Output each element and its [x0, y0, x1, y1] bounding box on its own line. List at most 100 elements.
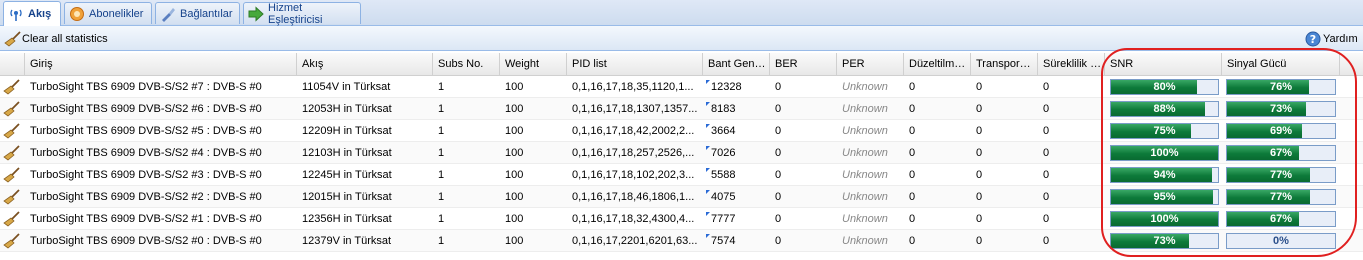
- tab-label: Akış: [28, 8, 52, 20]
- continuity-cell: 0: [1043, 213, 1050, 225]
- subs-cell: 1: [438, 235, 445, 247]
- clear-row-statistics-broom-icon[interactable]: [3, 233, 21, 249]
- continuity-cell: 0: [1043, 191, 1050, 203]
- table-row[interactable]: TurboSight TBS 6909 DVB-S/S2 #3 : DVB-S …: [0, 164, 1363, 186]
- clear-row-statistics-broom-icon[interactable]: [3, 189, 21, 205]
- signal-strength-progress-bar: 0%: [1226, 233, 1336, 249]
- tab-bar: Akış Abonelikler Bağlantılar Hizmet Eşle…: [0, 0, 1363, 26]
- bandwidth-cell: 7574: [703, 230, 770, 252]
- column-header-per[interactable]: PER: [837, 53, 904, 75]
- input-cell: TurboSight TBS 6909 DVB-S/S2 #3 : DVB-S …: [30, 169, 262, 181]
- continuity-cell: 0: [1043, 147, 1050, 159]
- per-cell: Unknown: [842, 169, 888, 181]
- transport-cell: 0: [976, 191, 983, 203]
- tab-connections[interactable]: Bağlantılar: [155, 2, 240, 24]
- tab-label: Hizmet Eşleştiricisi: [268, 1, 323, 26]
- help-button[interactable]: ? Yardım: [1305, 30, 1358, 47]
- ber-cell: 0: [775, 191, 782, 203]
- weight-cell: 100: [505, 103, 524, 115]
- pid-list-cell: 0,1,16,17,18,102,202,3...: [572, 169, 695, 181]
- clear-statistics-button[interactable]: Clear all statistics: [4, 30, 108, 47]
- bandwidth-cell: 12328: [703, 76, 770, 98]
- per-cell: Unknown: [842, 103, 888, 115]
- corrected-cell: 0: [909, 81, 916, 93]
- snr-progress-bar-label: 73%: [1153, 235, 1176, 247]
- bandwidth-cell: 7026: [703, 142, 770, 164]
- table-row[interactable]: TurboSight TBS 6909 DVB-S/S2 #4 : DVB-S …: [0, 142, 1363, 164]
- transport-cell: 0: [976, 169, 983, 181]
- bandwidth-cell: 3664: [703, 120, 770, 142]
- table-row[interactable]: TurboSight TBS 6909 DVB-S/S2 #7 : DVB-S …: [0, 76, 1363, 98]
- per-cell: Unknown: [842, 235, 888, 247]
- clear-row-statistics-broom-icon[interactable]: [3, 211, 21, 227]
- ber-cell: 0: [775, 103, 782, 115]
- signal-strength-progress-bar: 67%: [1226, 145, 1336, 161]
- corrected-cell: 0: [909, 235, 916, 247]
- transport-cell: 0: [976, 213, 983, 225]
- tab-label: Abonelikler: [89, 7, 144, 20]
- clear-row-statistics-broom-icon[interactable]: [3, 123, 21, 139]
- signal-strength-progress-bar: 69%: [1226, 123, 1336, 139]
- per-cell: Unknown: [842, 191, 888, 203]
- stream-cell: 12356H in Türksat: [302, 213, 392, 225]
- column-header-continuity[interactable]: Süreklilik …: [1038, 53, 1105, 75]
- toolbar: Clear all statistics ? Yardım: [0, 26, 1363, 51]
- clear-row-statistics-broom-icon[interactable]: [3, 145, 21, 161]
- corrected-cell: 0: [909, 169, 916, 181]
- snr-progress-bar: 80%: [1110, 79, 1219, 95]
- clear-row-statistics-broom-icon[interactable]: [3, 79, 21, 95]
- column-header-corrected[interactable]: Düzeltilm…: [904, 53, 971, 75]
- connections-icon: [160, 6, 176, 22]
- grid-header: Giriş Akış Subs No. Weight PID list Bant…: [0, 53, 1363, 76]
- signal-strength-progress-bar-label: 67%: [1269, 147, 1293, 159]
- continuity-cell: 0: [1043, 235, 1050, 247]
- per-cell: Unknown: [842, 213, 888, 225]
- tab-subscriptions[interactable]: Abonelikler: [64, 2, 152, 24]
- antenna-icon: [8, 6, 24, 22]
- bandwidth-cell: 5588: [703, 164, 770, 186]
- table-row[interactable]: TurboSight TBS 6909 DVB-S/S2 #2 : DVB-S …: [0, 186, 1363, 208]
- table-row[interactable]: TurboSight TBS 6909 DVB-S/S2 #1 : DVB-S …: [0, 208, 1363, 230]
- signal-strength-progress-bar: 67%: [1226, 211, 1336, 227]
- per-cell: Unknown: [842, 147, 888, 159]
- table-row[interactable]: TurboSight TBS 6909 DVB-S/S2 #5 : DVB-S …: [0, 120, 1363, 142]
- column-header-signal[interactable]: Sinyal Gücü: [1222, 53, 1340, 75]
- help-icon: ?: [1305, 31, 1321, 47]
- help-label: Yardım: [1323, 32, 1358, 45]
- weight-cell: 100: [505, 81, 524, 93]
- column-header-pid-list[interactable]: PID list: [567, 53, 703, 75]
- snr-progress-bar-label: 100%: [1150, 147, 1179, 159]
- column-header-snr[interactable]: SNR: [1105, 53, 1222, 75]
- corrected-cell: 0: [909, 103, 916, 115]
- clear-row-statistics-broom-icon[interactable]: [3, 101, 21, 117]
- continuity-cell: 0: [1043, 81, 1050, 93]
- continuity-cell: 0: [1043, 169, 1050, 181]
- tab-stream[interactable]: Akış: [3, 1, 61, 26]
- signal-strength-progress-bar: 77%: [1226, 189, 1336, 205]
- pid-list-cell: 0,1,16,17,18,257,2526,...: [572, 147, 695, 159]
- ber-cell: 0: [775, 125, 782, 137]
- ber-cell: 0: [775, 213, 782, 225]
- column-header-transport[interactable]: Transpor…: [971, 53, 1038, 75]
- bandwidth-cell: 4075: [703, 186, 770, 208]
- snr-progress-bar: 88%: [1110, 101, 1219, 117]
- arrow-right-icon: [248, 5, 264, 22]
- bandwidth-cell: 7777: [703, 208, 770, 230]
- column-header-bandwidth[interactable]: Bant Gen…: [703, 53, 770, 75]
- column-header-stream[interactable]: Akış: [297, 53, 433, 75]
- column-header-weight[interactable]: Weight: [500, 53, 567, 75]
- tab-service-mapper[interactable]: Hizmet Eşleştiricisi: [243, 1, 361, 26]
- table-row[interactable]: TurboSight TBS 6909 DVB-S/S2 #0 : DVB-S …: [0, 230, 1363, 252]
- column-header-ber[interactable]: BER: [770, 53, 837, 75]
- input-cell: TurboSight TBS 6909 DVB-S/S2 #5 : DVB-S …: [30, 125, 262, 137]
- clear-row-statistics-broom-icon[interactable]: [3, 167, 21, 183]
- continuity-cell: 0: [1043, 103, 1050, 115]
- column-header-subs[interactable]: Subs No.: [433, 53, 500, 75]
- stream-cell: 12209H in Türksat: [302, 125, 392, 137]
- column-header-input[interactable]: Giriş: [25, 53, 297, 75]
- table-row[interactable]: TurboSight TBS 6909 DVB-S/S2 #6 : DVB-S …: [0, 98, 1363, 120]
- subs-cell: 1: [438, 169, 445, 181]
- corrected-cell: 0: [909, 213, 916, 225]
- signal-strength-progress-bar-label: 0%: [1273, 235, 1289, 247]
- subscriptions-icon: [69, 6, 85, 22]
